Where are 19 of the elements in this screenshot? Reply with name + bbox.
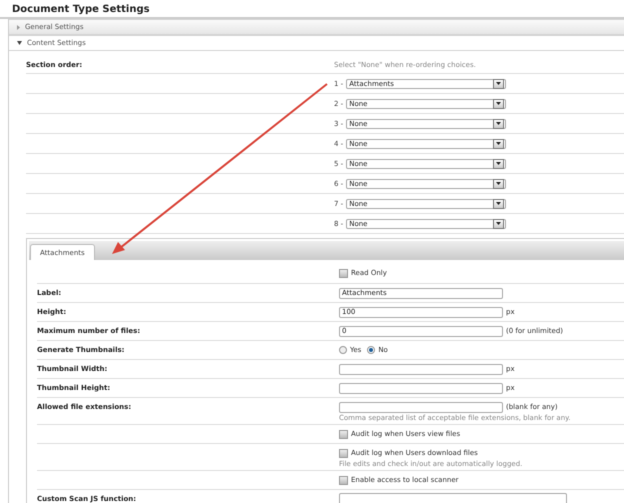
text-field[interactable] — [339, 402, 503, 412]
radio-button[interactable] — [339, 346, 347, 354]
text-field[interactable] — [339, 364, 503, 374]
caret-icon — [496, 162, 502, 165]
text-field[interactable] — [339, 382, 503, 394]
expanded-caret-icon — [17, 41, 22, 45]
caret-icon — [496, 122, 502, 125]
checkbox[interactable] — [339, 430, 348, 438]
caret-icon — [496, 182, 502, 185]
caret-icon — [496, 102, 502, 105]
checkbox[interactable] — [339, 268, 348, 278]
caret-icon — [496, 142, 502, 145]
radio-button[interactable] — [367, 346, 376, 354]
caret-icon — [496, 82, 502, 85]
checkbox[interactable] — [339, 448, 348, 458]
caret-icon — [496, 222, 502, 225]
collapsed-caret-icon — [17, 24, 20, 30]
checkbox[interactable] — [339, 476, 348, 484]
caret-icon — [496, 202, 502, 205]
